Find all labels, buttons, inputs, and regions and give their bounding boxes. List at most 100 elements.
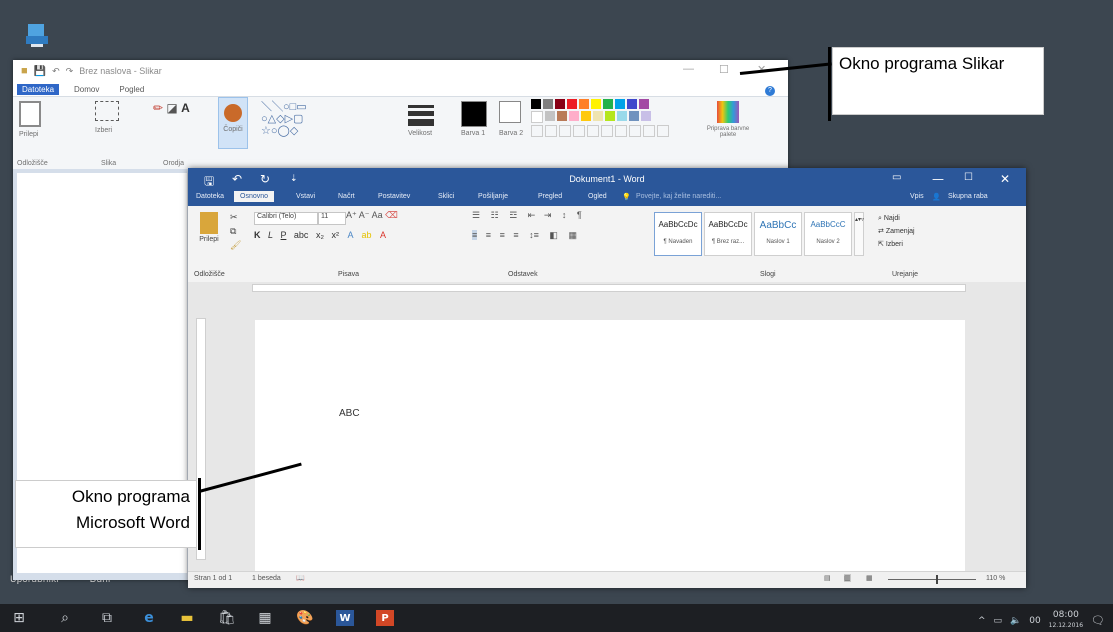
borders-icon[interactable]: ▦: [568, 230, 577, 240]
chevron-up-icon[interactable]: ^: [978, 616, 986, 626]
undo-icon[interactable]: ↶: [52, 66, 60, 77]
powerpoint-taskbar-icon[interactable]: P: [376, 610, 394, 626]
zoom-slider[interactable]: [888, 579, 976, 580]
tab-file[interactable]: Datoteka: [196, 193, 224, 200]
style-normal[interactable]: AaBbCcDc ¶ Navaden: [654, 212, 702, 256]
align-left-icon[interactable]: ≡: [472, 230, 478, 240]
store-icon[interactable]: 🛍: [218, 610, 236, 626]
bullets-icon[interactable]: ☰: [472, 210, 480, 220]
maximize-icon[interactable]: ☐: [719, 63, 729, 76]
web-layout-icon[interactable]: ▦: [866, 574, 873, 582]
superscript-icon[interactable]: x²: [331, 230, 339, 240]
minimize-icon[interactable]: —: [683, 63, 694, 75]
shapes-gallery[interactable]: ＼╲○□▭ ○△◇▷▢ ☆○◯◇: [261, 101, 307, 137]
replace-button[interactable]: ⇄ Zamenjaj: [878, 225, 915, 238]
line-spacing-icon[interactable]: ↕≡: [529, 230, 539, 240]
start-icon[interactable]: ⊞: [10, 610, 28, 626]
ribbon-options-icon[interactable]: ▭: [892, 172, 901, 183]
explorer-icon[interactable]: ▬: [178, 610, 196, 626]
brushes-button[interactable]: Čopiči: [218, 97, 248, 149]
language-indicator[interactable]: 00: [1029, 616, 1040, 626]
zoom-thumb[interactable]: [936, 575, 938, 584]
font-color-icon[interactable]: A: [380, 230, 386, 240]
notifications-icon[interactable]: 🗨: [1091, 614, 1105, 627]
style-no-spacing[interactable]: AaBbCcDc ¶ Brez raz...: [704, 212, 752, 256]
color-palette[interactable]: [531, 99, 669, 137]
sort-icon[interactable]: ↕: [562, 210, 567, 220]
word-taskbar-icon[interactable]: W: [336, 610, 354, 626]
paint-tab-home[interactable]: Domov: [69, 84, 104, 95]
align-center-icon[interactable]: ≡: [486, 230, 491, 240]
numbering-icon[interactable]: ☷: [491, 210, 499, 220]
bold-icon[interactable]: K: [254, 230, 261, 240]
search-icon[interactable]: ⌕: [56, 610, 74, 626]
format-painter-icon[interactable]: 🖌: [230, 240, 241, 251]
clock[interactable]: 08:00 12.12.2016: [1049, 610, 1083, 631]
style-heading-1[interactable]: AaBbCc Naslov 1: [754, 212, 802, 256]
tab-layout[interactable]: Postavitev: [378, 193, 410, 200]
volume-icon[interactable]: 🔈: [1010, 616, 1021, 626]
grow-font-icon[interactable]: A⁺: [346, 210, 357, 220]
network-icon[interactable]: ▭: [993, 616, 1002, 626]
font-size-select[interactable]: 11: [318, 212, 346, 225]
edge-icon[interactable]: e: [140, 610, 158, 626]
text-effects-icon[interactable]: A: [347, 230, 353, 240]
tab-review[interactable]: Pregled: [538, 193, 562, 200]
multilevel-icon[interactable]: ☲: [509, 210, 517, 220]
text-icon[interactable]: A: [181, 101, 190, 115]
underline-icon[interactable]: P: [281, 230, 287, 240]
decrease-indent-icon[interactable]: ⇤: [528, 210, 536, 220]
zoom-level[interactable]: 110 %: [986, 575, 1005, 582]
calculator-icon[interactable]: ▦: [256, 610, 274, 626]
read-mode-icon[interactable]: ▤: [824, 574, 831, 582]
tab-home[interactable]: Osnovno: [234, 191, 275, 202]
change-case-icon[interactable]: Aa: [372, 210, 383, 220]
shading-icon[interactable]: ◧: [549, 230, 558, 240]
select-button[interactable]: Izberi: [95, 101, 119, 134]
tell-me-input[interactable]: Povejte, kaj želite narediti...: [636, 193, 721, 200]
proofing-icon[interactable]: 📖: [296, 574, 305, 582]
tab-view[interactable]: Ogled: [588, 193, 607, 200]
tab-mailings[interactable]: Pošiljanje: [478, 193, 508, 200]
color2-button[interactable]: Barva 2: [499, 101, 523, 137]
find-button[interactable]: ⌕ Najdi: [878, 212, 915, 225]
save-icon[interactable]: 💾: [34, 66, 46, 77]
share-icon[interactable]: 👤: [932, 193, 941, 201]
paste-button[interactable]: Prilepi: [196, 212, 222, 243]
increase-indent-icon[interactable]: ⇥: [544, 210, 552, 220]
font-name-select[interactable]: Calibri (Telo): [254, 212, 318, 225]
style-heading-2[interactable]: AaBbCcC Naslov 2: [804, 212, 852, 256]
tab-insert[interactable]: Vstavi: [296, 193, 315, 200]
paint-tab-file[interactable]: Datoteka: [17, 83, 60, 95]
minimize-icon[interactable]: —: [932, 172, 944, 186]
horizontal-ruler[interactable]: [188, 282, 1026, 292]
styles-scroll[interactable]: ▴▾▿: [854, 212, 864, 256]
size-button[interactable]: Velikost: [408, 101, 434, 137]
tab-references[interactable]: Sklici: [438, 193, 454, 200]
help-icon[interactable]: ?: [765, 86, 775, 96]
document-page[interactable]: ABC: [255, 320, 965, 580]
maximize-icon[interactable]: ☐: [964, 172, 973, 183]
edit-colors-button[interactable]: Priprava barvne palete: [705, 101, 751, 138]
paint-tab-view[interactable]: Pogled: [114, 84, 149, 95]
fill-icon[interactable]: ◪: [166, 101, 177, 115]
clear-format-icon[interactable]: ⌫: [385, 210, 398, 220]
shrink-font-icon[interactable]: A⁻: [359, 210, 370, 220]
italic-icon[interactable]: L: [268, 230, 273, 240]
paint-taskbar-icon[interactable]: 🎨: [296, 610, 314, 626]
copy-icon[interactable]: ⧉: [230, 226, 236, 237]
color1-button[interactable]: Barva 1: [461, 101, 487, 137]
highlight-icon[interactable]: ab: [362, 230, 372, 240]
cut-icon[interactable]: ✂: [230, 212, 238, 223]
word-count[interactable]: 1 beseda: [252, 575, 281, 582]
strikethrough-icon[interactable]: abc: [294, 230, 309, 240]
subscript-icon[interactable]: x₂: [316, 230, 324, 240]
page-count[interactable]: Stran 1 od 1: [194, 575, 232, 582]
share-button[interactable]: Skupna raba: [948, 193, 988, 200]
close-icon[interactable]: ✕: [1000, 172, 1010, 186]
justify-icon[interactable]: ≡: [513, 230, 518, 240]
align-right-icon[interactable]: ≡: [500, 230, 505, 240]
signin-link[interactable]: Vpis: [910, 193, 924, 200]
task-view-icon[interactable]: ⧉: [98, 610, 116, 626]
paste-button[interactable]: Prilepi: [19, 101, 41, 138]
